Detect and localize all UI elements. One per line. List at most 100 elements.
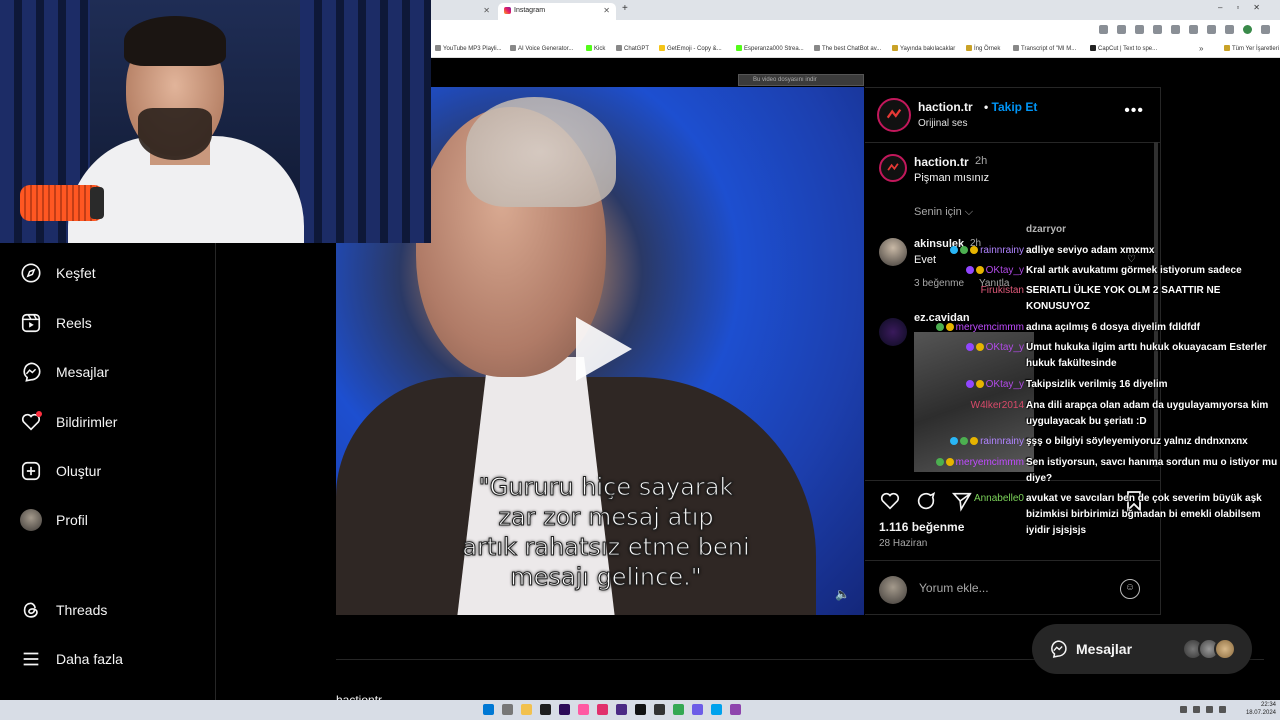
author-username[interactable]: haction.tr: [918, 100, 973, 114]
battery-icon[interactable]: [1219, 706, 1226, 713]
more-options-icon[interactable]: •••: [1124, 102, 1144, 120]
chat-text: Ana dili arapça olan adam da uygulayamıy…: [1026, 400, 1269, 427]
sidepanel-icon[interactable]: [1207, 25, 1216, 34]
browser-tab-instagram[interactable]: Instagram ✕: [498, 3, 616, 20]
download-icon[interactable]: [1135, 25, 1144, 34]
obs-icon[interactable]: [730, 704, 741, 715]
zoom-icon[interactable]: [1117, 25, 1126, 34]
chat-username: OKtay_y: [985, 265, 1024, 276]
app-icon[interactable]: [540, 704, 551, 715]
app-icon[interactable]: [692, 704, 703, 715]
bookmark-label: ChatGPT: [624, 46, 650, 52]
comment-avatar[interactable]: [879, 238, 907, 266]
author-avatar[interactable]: [877, 98, 911, 132]
volume-icon[interactable]: 🔈: [835, 587, 850, 601]
play-icon[interactable]: [576, 317, 632, 381]
bookmark[interactable]: Transcript of "MI M...: [1013, 44, 1076, 55]
audio-label[interactable]: Orijinal ses: [918, 118, 967, 129]
app-icon[interactable]: [711, 704, 722, 715]
tray-icon[interactable]: [1180, 706, 1187, 713]
download-tray-icon[interactable]: [1225, 25, 1234, 34]
badge-icon: [965, 343, 974, 352]
puzzle-icon[interactable]: [1189, 25, 1198, 34]
bookmark[interactable]: AI Voice Generator...: [510, 44, 573, 55]
badge-icon: [950, 246, 959, 255]
cast-icon[interactable]: [1099, 25, 1108, 34]
star-icon[interactable]: [1153, 25, 1162, 34]
app-icon[interactable]: [616, 704, 627, 715]
app-icon[interactable]: [654, 704, 665, 715]
sidebar-item-create[interactable]: Oluştur: [20, 459, 101, 483]
bookmark[interactable]: YouTube MP3 Playli...: [435, 44, 502, 55]
bookmark[interactable]: ChatGPT: [616, 44, 649, 55]
system-tray: [1180, 706, 1226, 713]
menu-dots-icon[interactable]: [1261, 25, 1270, 34]
bookmarks-overflow-icon[interactable]: »: [1199, 44, 1203, 53]
bookmark-folder[interactable]: İng Örnek: [966, 44, 1000, 55]
sidebar-item-more[interactable]: Daha fazla: [20, 647, 123, 671]
profile-avatar[interactable]: [1243, 25, 1252, 34]
sidebar-item-notifications[interactable]: Bildirimler: [20, 410, 117, 434]
clock-date: 18.07.2024: [1245, 710, 1276, 716]
emoji-icon[interactable]: ☺: [1120, 579, 1140, 599]
chrome-icon[interactable]: [673, 704, 684, 715]
chevron-down-icon: ⌵: [964, 206, 974, 218]
sidebar-item-messages[interactable]: Mesajlar: [20, 360, 109, 384]
download-video-bar[interactable]: Bu video dosyasını indir: [738, 74, 864, 86]
windows-start-icon[interactable]: [483, 704, 494, 715]
bookmark-folder[interactable]: Yayında bakılacaklar: [892, 44, 955, 55]
bookmark[interactable]: GetEmoji - Copy &...: [659, 44, 722, 55]
comment-input[interactable]: Yorum ekle...: [919, 581, 989, 595]
sidebar-item-reels[interactable]: Reels: [20, 311, 92, 335]
sidebar-item-label: Mesajlar: [56, 364, 109, 380]
badge-icon: [960, 246, 969, 255]
premiere-icon[interactable]: [559, 704, 570, 715]
sidebar-item-label: Profil: [56, 512, 88, 528]
badge-icon: [975, 343, 984, 352]
all-bookmarks[interactable]: Tüm Yer İşaretleri: [1224, 44, 1279, 55]
chat-text: Umut hukuka ilgim arttı hukuk okuayacam …: [1026, 342, 1267, 369]
bookmark[interactable]: Kick: [586, 44, 605, 55]
volume-icon[interactable]: [1206, 706, 1213, 713]
close-tab-icon[interactable]: ✕: [483, 3, 490, 18]
sidebar-item-threads[interactable]: Threads: [20, 598, 107, 622]
reels-icon: [20, 312, 42, 334]
messenger-icon: [20, 361, 42, 383]
sidebar-item-explore[interactable]: Keşfet: [20, 261, 96, 285]
file-explorer-icon[interactable]: [521, 704, 532, 715]
follow-button[interactable]: • Takip Et: [984, 100, 1037, 114]
caption-username[interactable]: haction.tr: [914, 155, 969, 169]
sidebar-item-profile[interactable]: Profil: [20, 508, 88, 532]
task-view-icon[interactable]: [502, 704, 513, 715]
messages-floating-button[interactable]: Mesajlar: [1032, 624, 1252, 674]
sidebar-item-label: Oluştur: [56, 463, 102, 479]
caption-avatar[interactable]: [879, 154, 907, 182]
wifi-icon[interactable]: [1193, 706, 1200, 713]
streamer-webcam: [0, 0, 431, 243]
bookmark[interactable]: Esperanza000 Strea...: [736, 44, 804, 55]
app-icon[interactable]: [578, 704, 589, 715]
badge-icon: [950, 437, 959, 446]
caption-text: Pişman mısınız: [914, 172, 990, 184]
new-tab-icon[interactable]: +: [622, 3, 628, 14]
chat-user: Firukistan: [981, 283, 1024, 299]
instagram-icon[interactable]: [597, 704, 608, 715]
bookmark[interactable]: The best ChatBot av...: [814, 44, 881, 55]
like-heart-icon[interactable]: [879, 490, 901, 512]
follow-label: Takip Et: [991, 100, 1038, 114]
comment-sort-dropdown[interactable]: Senin için ⌵: [914, 206, 973, 219]
chat-user: meryemcimmm: [935, 320, 1024, 336]
browser-tab[interactable]: ✕: [432, 3, 496, 20]
system-clock[interactable]: 22:34 18.07.2024: [1246, 701, 1276, 717]
tiktok-icon[interactable]: [635, 704, 646, 715]
badge-icon: [945, 323, 954, 332]
extension-icon[interactable]: [1171, 25, 1180, 34]
chat-username: rainnrainy: [980, 245, 1024, 256]
close-tab-icon[interactable]: ✕: [603, 3, 610, 18]
window-controls[interactable]: –▫✕: [1218, 3, 1274, 12]
bookmark[interactable]: CapCut | Text to spe...: [1090, 44, 1157, 55]
chat-username: meryemcimmm: [955, 322, 1024, 333]
compass-icon: [20, 262, 42, 284]
comment-avatar[interactable]: [879, 318, 907, 346]
instagram-icon: [504, 6, 511, 14]
